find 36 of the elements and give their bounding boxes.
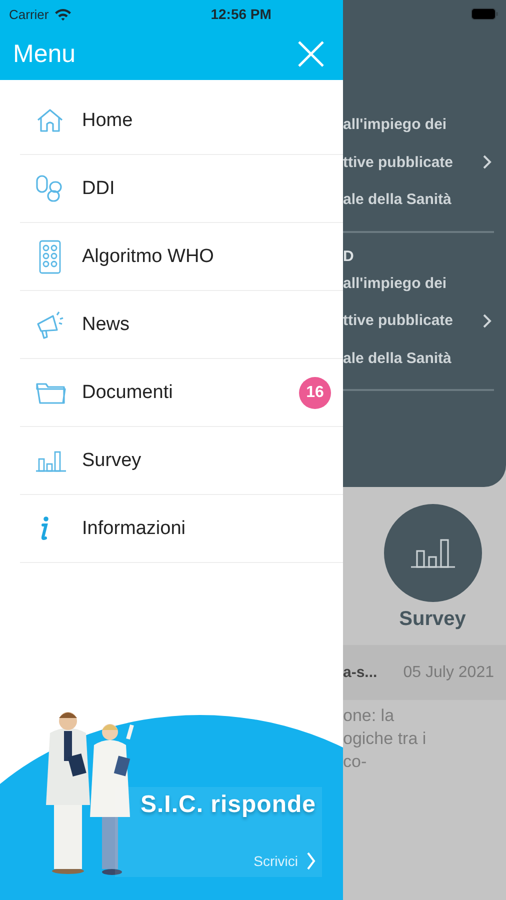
menu-item-label: Home [82, 110, 133, 132]
menu-item[interactable]: Documenti 16 [20, 359, 343, 427]
banner-title: S.I.C. risponde [140, 791, 316, 819]
section-text: all'impiego dei [343, 116, 447, 134]
chevron-icon [306, 851, 316, 871]
menu-item-label: DDI [82, 178, 115, 200]
news-date: 05 July 2021 [403, 664, 494, 682]
megaphone-icon [35, 310, 65, 340]
bar-chart-icon [410, 537, 454, 569]
wifi-icon [54, 8, 72, 20]
carrier-label: Carrier [9, 6, 49, 22]
status-time: 12:56 PM [210, 6, 272, 22]
menu-item-label: Survey [82, 450, 142, 472]
battery-icon [471, 8, 499, 20]
news-title: a-s... [343, 664, 378, 681]
chevron-icon [482, 312, 492, 329]
close-icon[interactable] [298, 41, 324, 67]
section-text: ale della Sanità [343, 191, 452, 208]
menu-item-label: News [82, 314, 130, 336]
tile-label: Survey [399, 608, 466, 631]
count-badge: 16 [299, 376, 331, 408]
pills-icon [35, 174, 65, 204]
news-text: co- [343, 751, 368, 773]
news-text: one: la [343, 705, 396, 727]
menu-title: Menu [13, 40, 76, 68]
section-text: ale della Sanità [343, 350, 452, 367]
news-text: ogiche tra i [343, 728, 428, 750]
bar-chart-icon [35, 448, 67, 472]
section-heading: D [343, 248, 355, 264]
section-text: ttive pubblicate [343, 312, 454, 330]
menu-item-label: Informazioni [82, 518, 186, 540]
section-text: ttive pubblicate [343, 154, 454, 171]
section-text: all'impiego dei [343, 274, 447, 292]
menu-item-label: Algoritmo WHO [82, 246, 214, 268]
chevron-icon [482, 154, 492, 170]
menu-item-label: Documenti [82, 382, 173, 404]
